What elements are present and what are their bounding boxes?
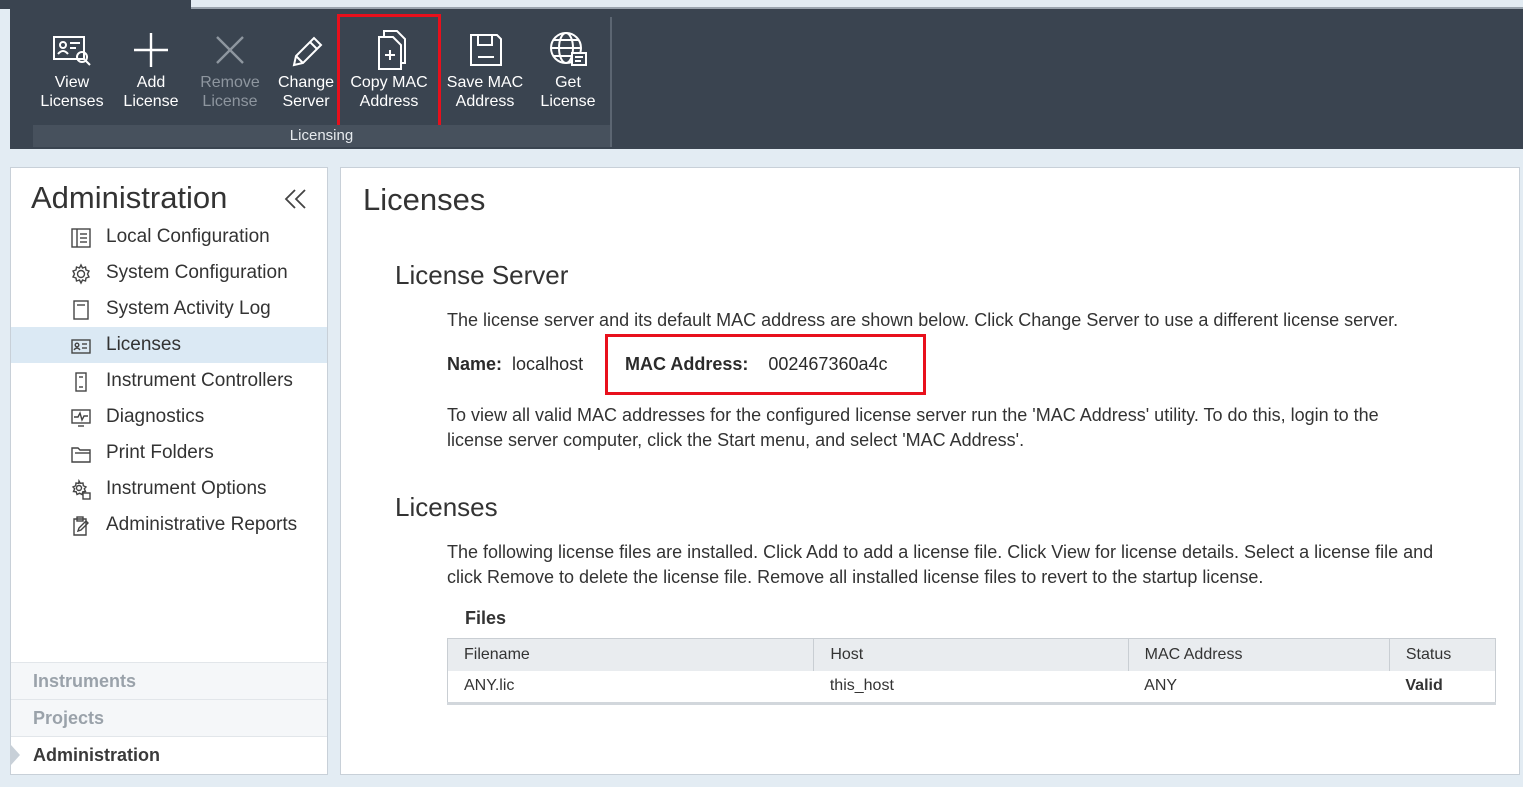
page-title: Licenses [363,182,486,217]
mac-address-row: MAC Address: 002467360a4c [625,354,888,375]
cell-mac-address: ANY [1144,677,1178,695]
double-chevron-left-icon[interactable] [284,188,308,215]
sidebar-item-licenses[interactable]: Licenses [11,327,327,363]
bottom-nav: Instruments Projects Administration [11,662,327,773]
table-row[interactable]: ANY.lic this_host ANY Valid [448,671,1496,704]
copy-mac-address-label-2: Address [359,93,419,110]
column-header-mac-address[interactable]: MAC Address [1128,638,1390,671]
change-server-label-1: Change [277,74,335,91]
sidebar-item-label: Licenses [106,334,181,355]
group-separator [610,17,612,147]
remove-license-label-2: License [202,93,258,110]
sidebar: Administration Local Configuration Syste… [10,167,328,775]
copy-mac-address-button[interactable]: Copy MAC Address [337,14,441,128]
copy-mac-address-label-1: Copy MAC [350,74,428,91]
log-icon [73,300,89,320]
sidebar-item-instrument-options[interactable]: Instrument Options [11,471,327,507]
add-license-label-2: License [123,93,179,110]
change-server-label-2: Server [282,93,330,110]
cell-host: this_host [829,677,894,695]
licenses-intro-line-1: The following license files are installe… [447,542,1434,562]
mac-address-label: MAC Address: [625,354,749,374]
mac-note: To view all valid MAC addresses for the … [447,403,1497,453]
license-server-intro: The license server and its default MAC a… [447,310,1399,330]
sidebar-item-label: System Configuration [106,262,288,283]
group-label: Licensing [33,125,610,147]
license-server-heading: License Server [395,260,569,290]
cell-filename: ANY.lic [464,677,515,695]
remove-license-button[interactable]: Remove License [197,27,263,125]
name-label: Name: [447,354,503,374]
sidebar-item-label: Instrument Controllers [106,370,293,391]
save-mac-address-label-2: Address [455,93,515,110]
gear-icon [72,263,90,285]
licensing-group: View Licenses Add License Remove License [33,14,610,149]
save-mac-address-label-1: Save MAC [446,74,524,91]
view-licenses-button[interactable]: View Licenses [33,27,111,125]
change-server-button[interactable]: Change Server [273,27,339,125]
column-header-status[interactable]: Status [1389,638,1497,671]
save-icon [445,27,525,73]
view-licenses-label-2: Licenses [40,93,104,110]
controller-icon [75,372,87,392]
sidebar-item-label: Diagnostics [106,406,205,427]
sidebar-item-instrument-controllers[interactable]: Instrument Controllers [11,363,327,399]
sidebar-item-system-activity-log[interactable]: System Activity Log [11,291,327,327]
remove-license-label-1: Remove [200,74,260,91]
cell-status: Valid [1405,677,1443,695]
name-value: localhost [512,354,584,374]
add-license-label-1: Add [136,74,166,91]
main-content: Licenses License Server The license serv… [340,167,1520,775]
gears-icon [71,479,91,500]
current-marker [11,745,20,765]
files-table: Filename Host MAC Address Status ANY.lic… [447,638,1497,705]
sidebar-item-print-folders[interactable]: Print Folders [11,435,327,471]
column-header-filename[interactable]: Filename [447,638,815,671]
sidebar-item-label: Administrative Reports [106,514,298,535]
bottom-nav-administration[interactable]: Administration [11,736,327,773]
x-icon [197,27,263,73]
folder-icon [71,447,91,463]
licenses-intro: The following license files are installe… [447,540,1497,590]
bottom-nav-projects[interactable]: Projects [11,699,327,736]
ribbon: View Licenses Add License Remove License [10,9,1523,149]
sidebar-item-label: Instrument Options [106,478,267,499]
files-label: Files [465,608,507,628]
mac-note-line-2: license server computer, click the Start… [447,430,1025,450]
view-licenses-icon [33,27,111,73]
licenses-heading: Licenses [395,492,498,522]
bottom-nav-instruments[interactable]: Instruments [11,662,327,699]
report-icon [73,516,89,536]
view-licenses-label-1: View [54,74,90,91]
add-license-button[interactable]: Add License [119,27,183,125]
plus-icon [119,27,183,73]
mac-note-line-1: To view all valid MAC addresses for the … [447,405,1379,425]
file-tab[interactable] [0,0,191,9]
server-name-row: Name: localhost [447,354,583,375]
copy-document-icon [340,27,438,73]
table-header-row: Filename Host MAC Address Status [447,638,1497,671]
save-mac-address-button[interactable]: Save MAC Address [445,27,525,125]
sidebar-item-label: Local Configuration [106,226,270,247]
diagnostics-icon [71,409,91,427]
sidebar-item-system-configuration[interactable]: System Configuration [11,255,327,291]
globe-icon [537,27,599,73]
mac-address-value: 002467360a4c [768,354,888,374]
sidebar-item-administrative-reports[interactable]: Administrative Reports [11,507,327,543]
license-card-icon [71,339,91,354]
get-license-label-1: Get [555,74,581,91]
sidebar-item-label: Print Folders [106,442,214,463]
bottom-nav-administration-label: Administration [33,745,161,765]
local-config-icon [71,228,91,248]
get-license-button[interactable]: Get License [537,27,599,125]
pencil-icon [273,27,339,73]
sidebar-item-label: System Activity Log [106,298,271,319]
sidebar-nav: Local Configuration System Configuration… [11,219,327,543]
licenses-intro-line-2: click Remove to delete the license file.… [447,567,1264,587]
get-license-label-2: License [540,93,596,110]
sidebar-item-local-configuration[interactable]: Local Configuration [11,219,327,255]
sidebar-item-diagnostics[interactable]: Diagnostics [11,399,327,435]
sidebar-title: Administration [31,180,228,215]
column-header-host[interactable]: Host [813,638,1129,671]
